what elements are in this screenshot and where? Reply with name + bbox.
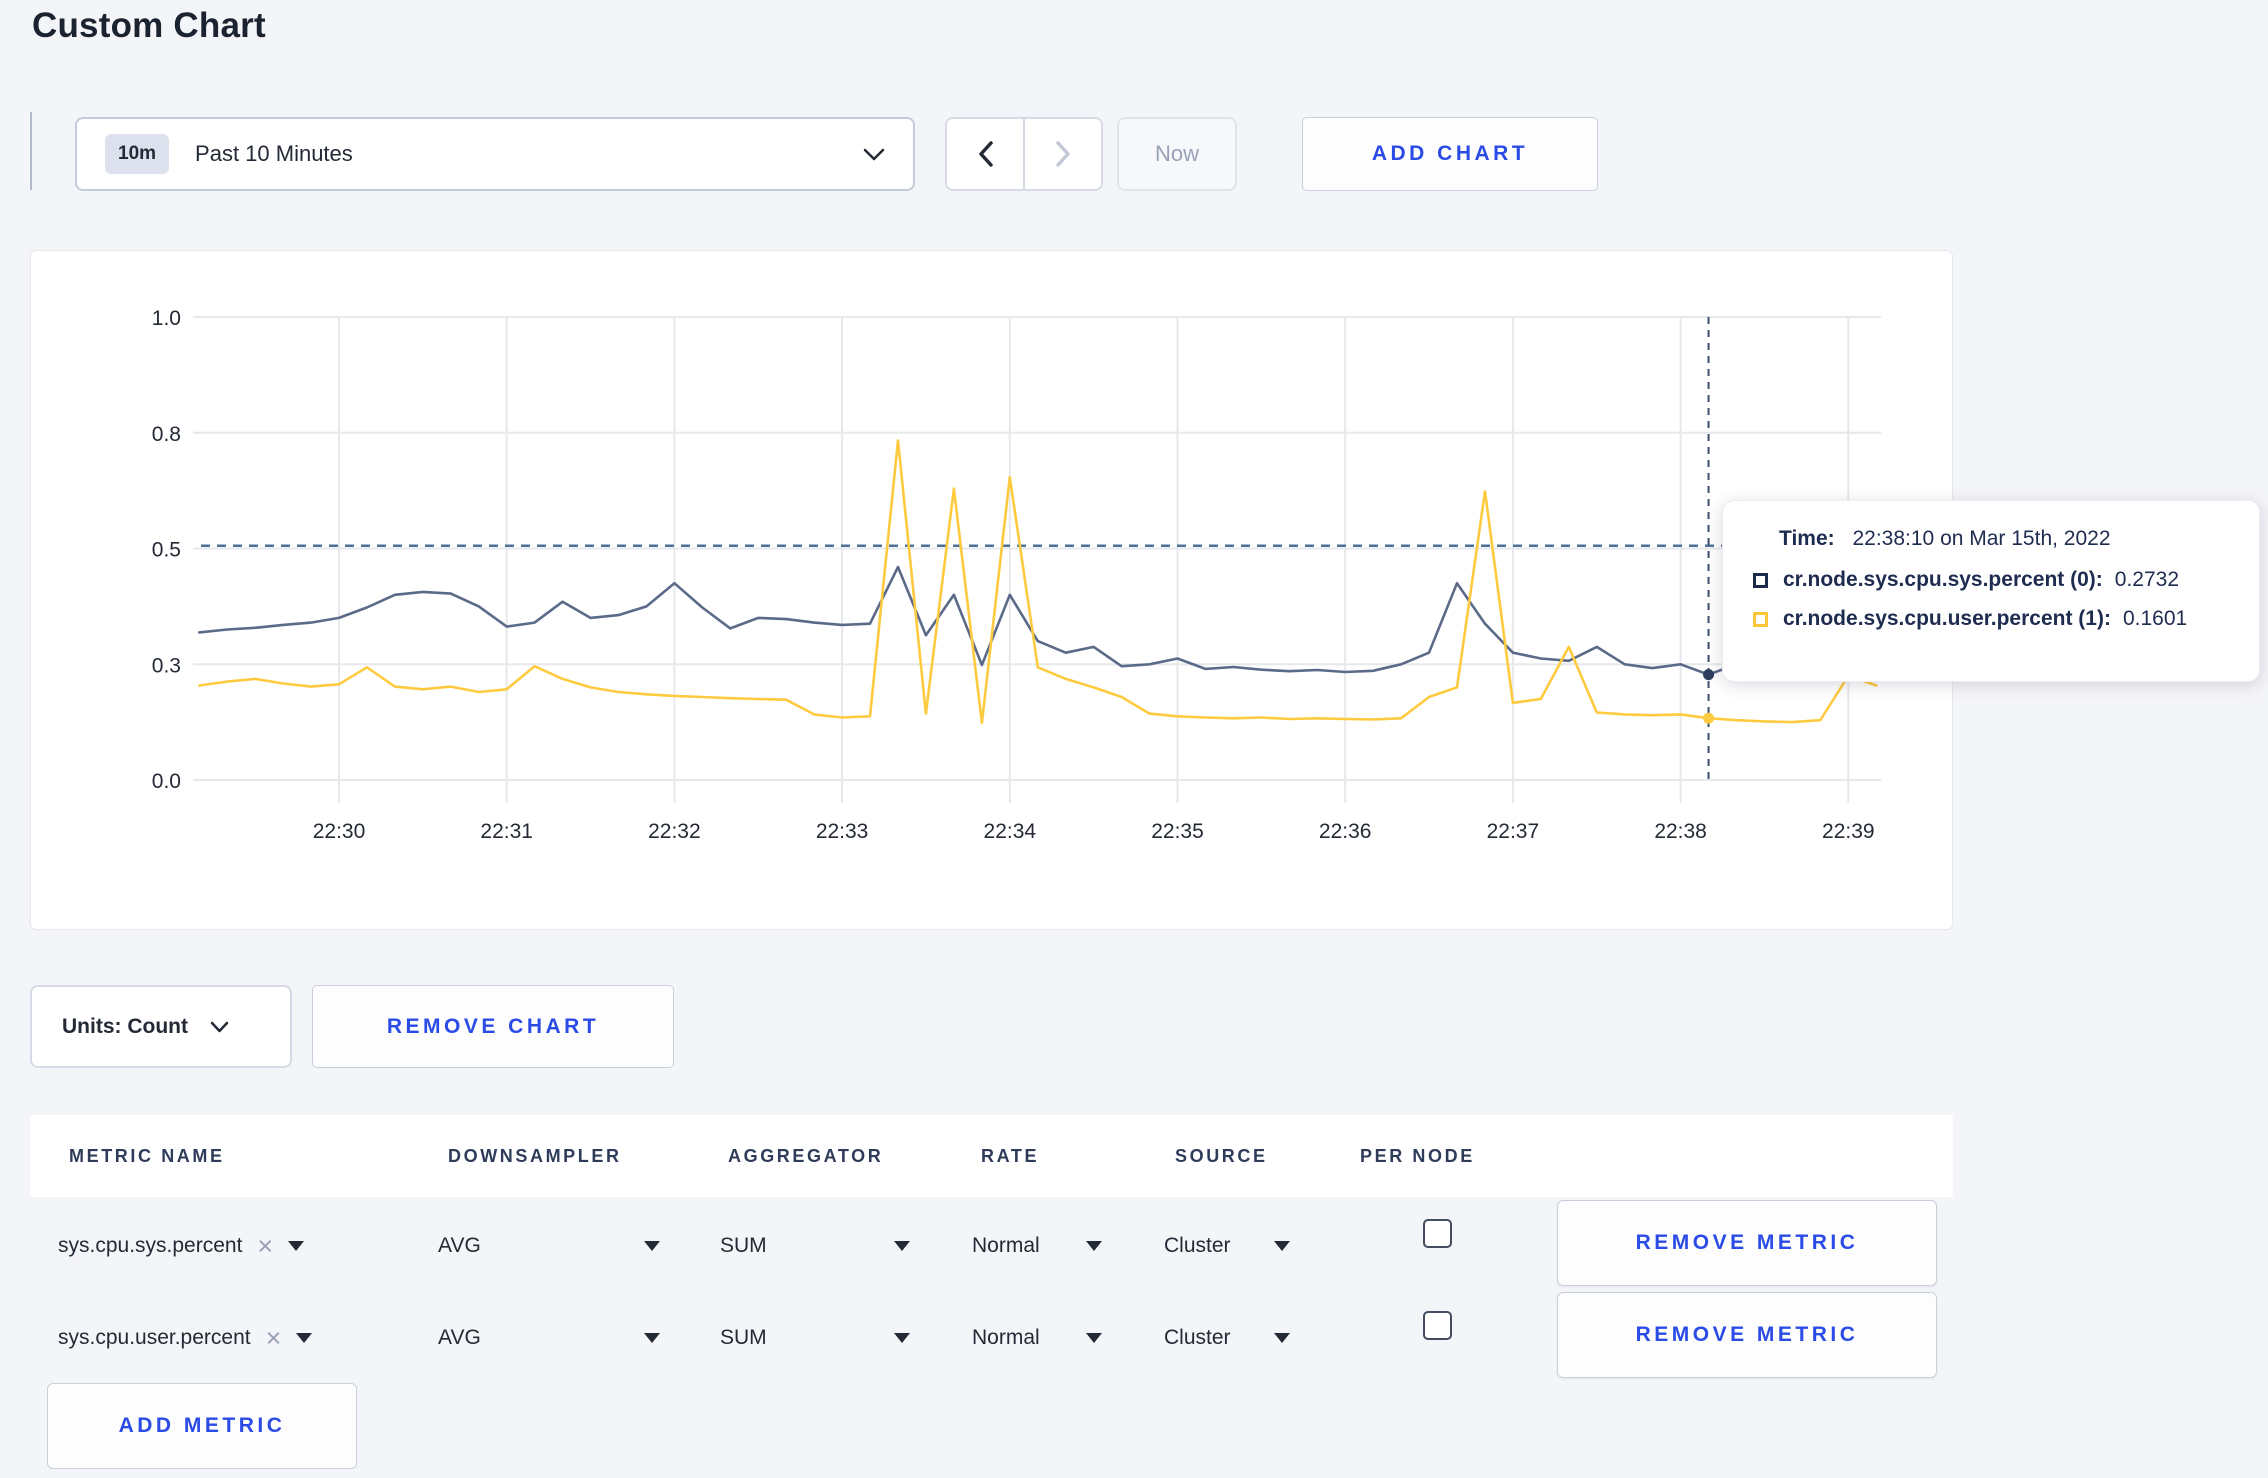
- svg-text:0.5: 0.5: [152, 539, 181, 562]
- svg-text:22:36: 22:36: [1319, 820, 1372, 843]
- col-head-metric-name: METRIC NAME: [69, 1146, 225, 1166]
- chart-tooltip: Time: 22:38:10 on Mar 15th, 2022 cr.node…: [1722, 500, 2260, 682]
- dropdown-arrow-icon: [644, 1333, 660, 1343]
- tooltip-series-label: cr.node.sys.cpu.sys.percent (0):: [1783, 568, 2103, 591]
- clear-metric-icon[interactable]: ×: [257, 1232, 273, 1260]
- source-select[interactable]: Cluster: [1164, 1228, 1290, 1264]
- chevron-left-icon: [978, 141, 993, 167]
- svg-text:1.0: 1.0: [152, 307, 181, 330]
- downsampler-select[interactable]: AVG: [438, 1228, 660, 1264]
- downsampler-value: AVG: [438, 1326, 481, 1349]
- tooltip-series-value: 0.2732: [2114, 568, 2180, 591]
- hover-dot-sys: [1703, 669, 1715, 681]
- dropdown-arrow-icon: [1086, 1241, 1102, 1251]
- dropdown-arrow-icon: [296, 1333, 313, 1343]
- col-head-aggregator: AGGREGATOR: [728, 1146, 884, 1166]
- dropdown-arrow-icon: [1274, 1333, 1290, 1343]
- remove-chart-button[interactable]: REMOVE CHART: [312, 985, 674, 1068]
- clear-metric-icon[interactable]: ×: [266, 1324, 282, 1352]
- time-range-badge: 10m: [105, 134, 170, 174]
- series-swatch-sys-icon: [1753, 572, 1768, 588]
- tooltip-series-label: cr.node.sys.cpu.user.percent (1):: [1783, 607, 2111, 630]
- next-time-button[interactable]: [1025, 119, 1101, 189]
- aggregator-value: SUM: [720, 1234, 767, 1257]
- chevron-down-icon: [210, 1021, 229, 1032]
- downsampler-value: AVG: [438, 1234, 481, 1257]
- toolbar-divider: [30, 112, 32, 190]
- add-metric-button[interactable]: ADD METRIC: [47, 1383, 357, 1469]
- source-value: Cluster: [1164, 1326, 1231, 1349]
- metric-name-select[interactable]: sys.cpu.sys.percent ×: [58, 1228, 305, 1264]
- svg-text:22:31: 22:31: [480, 820, 533, 843]
- units-label: Units: Count: [62, 1014, 188, 1038]
- dropdown-arrow-icon: [1274, 1241, 1290, 1251]
- col-head-downsampler: DOWNSAMPLER: [448, 1146, 622, 1166]
- svg-text:22:32: 22:32: [648, 820, 701, 843]
- dropdown-arrow-icon: [288, 1241, 305, 1251]
- aggregator-select[interactable]: SUM: [720, 1228, 910, 1264]
- time-pager: [945, 117, 1103, 191]
- source-select[interactable]: Cluster: [1164, 1320, 1290, 1356]
- col-head-source: SOURCE: [1175, 1146, 1268, 1166]
- rate-value: Normal: [972, 1326, 1040, 1349]
- svg-text:22:30: 22:30: [313, 820, 366, 843]
- time-range-label: Past 10 Minutes: [195, 141, 353, 166]
- svg-text:22:38: 22:38: [1654, 820, 1707, 843]
- aggregator-value: SUM: [720, 1326, 767, 1349]
- col-head-per-node: PER NODE: [1360, 1146, 1475, 1166]
- metric-name-value: sys.cpu.user.percent: [58, 1326, 251, 1349]
- metric-name-value: sys.cpu.sys.percent: [58, 1234, 243, 1257]
- rate-value: Normal: [972, 1234, 1040, 1257]
- chevron-right-icon: [1055, 141, 1070, 167]
- metric-name-select[interactable]: sys.cpu.user.percent ×: [58, 1320, 313, 1356]
- add-chart-button[interactable]: ADD CHART: [1302, 117, 1598, 191]
- per-node-checkbox[interactable]: [1423, 1311, 1452, 1340]
- chart-card: 1.0 0.8 0.5 0.3 0.0 22:30 22:31 22:32 22:33 22:34…: [30, 250, 1953, 930]
- tooltip-time-label: Time:: [1779, 527, 1835, 550]
- svg-text:0.8: 0.8: [152, 423, 181, 446]
- remove-metric-button[interactable]: REMOVE METRIC: [1557, 1200, 1937, 1286]
- svg-text:0.3: 0.3: [152, 654, 181, 677]
- downsampler-select[interactable]: AVG: [438, 1320, 660, 1356]
- time-range-dropdown[interactable]: 10m Past 10 Minutes: [75, 117, 915, 191]
- dropdown-arrow-icon: [894, 1333, 910, 1343]
- chart-gridlines: [193, 316, 1881, 803]
- now-button[interactable]: Now: [1117, 117, 1237, 191]
- rate-select[interactable]: Normal: [972, 1228, 1102, 1264]
- prev-time-button[interactable]: [947, 119, 1025, 189]
- svg-text:22:37: 22:37: [1487, 820, 1540, 843]
- series-line-1: [198, 439, 1878, 725]
- tooltip-series-row: cr.node.sys.cpu.user.percent (1): 0.1601: [1753, 607, 2229, 631]
- tooltip-time-value: 22:38:10 on Mar 15th, 2022: [1852, 527, 2111, 550]
- page-title: Custom Chart: [32, 6, 266, 45]
- dropdown-arrow-icon: [644, 1241, 660, 1251]
- units-dropdown[interactable]: Units: Count: [30, 985, 292, 1068]
- chevron-down-icon: [863, 148, 885, 160]
- per-node-checkbox[interactable]: [1423, 1219, 1452, 1248]
- remove-metric-button[interactable]: REMOVE METRIC: [1557, 1292, 1937, 1378]
- svg-text:22:33: 22:33: [816, 820, 869, 843]
- svg-text:22:39: 22:39: [1822, 820, 1875, 843]
- svg-text:22:35: 22:35: [1151, 820, 1204, 843]
- rate-select[interactable]: Normal: [972, 1320, 1102, 1356]
- aggregator-select[interactable]: SUM: [720, 1320, 910, 1356]
- svg-text:22:34: 22:34: [984, 820, 1037, 843]
- source-value: Cluster: [1164, 1234, 1231, 1257]
- dropdown-arrow-icon: [894, 1241, 910, 1251]
- custom-chart-page: Custom Chart 10m Past 10 Minutes Now ADD…: [0, 0, 2268, 1478]
- hover-dot-user: [1703, 712, 1715, 724]
- tooltip-series-row: cr.node.sys.cpu.sys.percent (0): 0.2732: [1753, 568, 2229, 592]
- chart-axis-labels: 1.0 0.8 0.5 0.3 0.0 22:30 22:31 22:32 22:33 22:34…: [152, 307, 1875, 843]
- tooltip-time-row: Time: 22:38:10 on Mar 15th, 2022: [1779, 527, 2229, 551]
- dropdown-arrow-icon: [1086, 1333, 1102, 1343]
- svg-text:0.0: 0.0: [152, 770, 181, 793]
- col-head-rate: RATE: [981, 1146, 1040, 1166]
- timeseries-chart[interactable]: 1.0 0.8 0.5 0.3 0.0 22:30 22:31 22:32 22:33 22:34…: [31, 251, 1952, 929]
- series-swatch-user-icon: [1753, 611, 1768, 627]
- tooltip-series-value: 0.1601: [2122, 607, 2188, 630]
